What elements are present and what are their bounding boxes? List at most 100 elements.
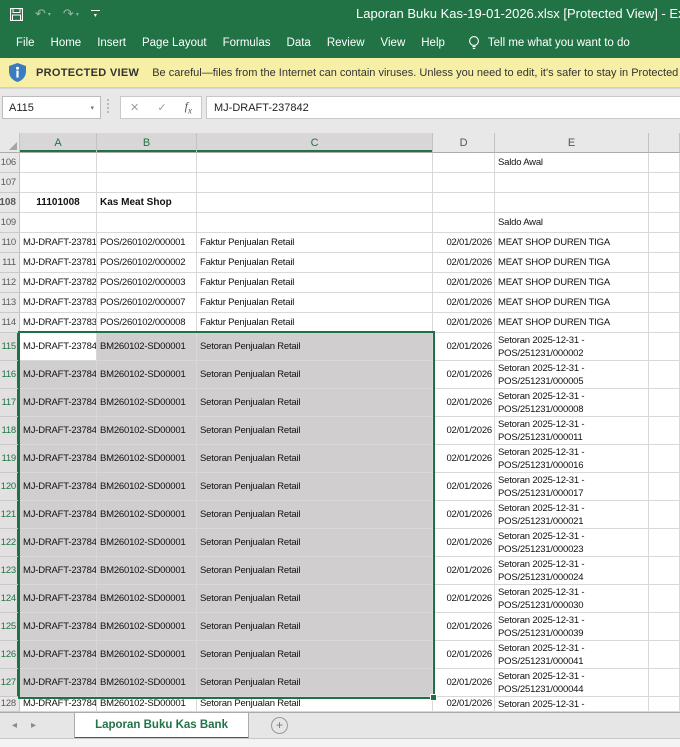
cell-D113[interactable]: 02/01/2026 xyxy=(433,293,495,313)
row-header-120[interactable]: 120 xyxy=(0,473,20,501)
cell-C118[interactable]: Setoran Penjualan Retail xyxy=(197,417,433,445)
cell-D123[interactable]: 02/01/2026 xyxy=(433,557,495,585)
cell-F109[interactable] xyxy=(649,213,680,233)
cell-E111[interactable]: MEAT SHOP DUREN TIGA xyxy=(495,253,649,273)
cell-A120[interactable]: MJ-DRAFT-237842 xyxy=(20,473,97,501)
cell-C120[interactable]: Setoran Penjualan Retail xyxy=(197,473,433,501)
cell-E121[interactable]: Setoran 2025-12-31 - POS/251231/000021 xyxy=(495,501,649,529)
cell-B106[interactable] xyxy=(97,153,197,173)
insert-function-icon[interactable]: fx xyxy=(185,99,192,115)
cell-D107[interactable] xyxy=(433,173,495,193)
cell-A110[interactable]: MJ-DRAFT-237812 xyxy=(20,233,97,253)
cell-E109[interactable]: Saldo Awal xyxy=(495,213,649,233)
cell-C119[interactable]: Setoran Penjualan Retail xyxy=(197,445,433,473)
cell-C114[interactable]: Faktur Penjualan Retail xyxy=(197,313,433,333)
ribbon-tab-home[interactable]: Home xyxy=(43,28,90,58)
spreadsheet-grid[interactable]: ABCDE106Saldo Awal10710811101008Kas Meat… xyxy=(0,133,680,712)
name-box-caret-icon[interactable]: ▾ xyxy=(90,104,94,112)
cell-C107[interactable] xyxy=(197,173,433,193)
cell-F120[interactable] xyxy=(649,473,680,501)
cell-B128[interactable]: BM260102-SD00001 xyxy=(97,697,197,712)
row-header-119[interactable]: 119 xyxy=(0,445,20,473)
cell-E127[interactable]: Setoran 2025-12-31 - POS/251231/000044 xyxy=(495,669,649,697)
ribbon-tab-review[interactable]: Review xyxy=(319,28,373,58)
cell-D125[interactable]: 02/01/2026 xyxy=(433,613,495,641)
cell-A121[interactable]: MJ-DRAFT-237842 xyxy=(20,501,97,529)
cell-D126[interactable]: 02/01/2026 xyxy=(433,641,495,669)
save-button[interactable] xyxy=(10,8,23,21)
row-header-122[interactable]: 122 xyxy=(0,529,20,557)
cell-D108[interactable] xyxy=(433,193,495,213)
row-header-128[interactable]: 128 xyxy=(0,697,20,712)
cell-D121[interactable]: 02/01/2026 xyxy=(433,501,495,529)
enter-icon[interactable]: ✓ xyxy=(157,101,166,114)
cell-D110[interactable]: 02/01/2026 xyxy=(433,233,495,253)
cell-B109[interactable] xyxy=(97,213,197,233)
cell-B115[interactable]: BM260102-SD00001 xyxy=(97,333,197,361)
cell-A118[interactable]: MJ-DRAFT-237842 xyxy=(20,417,97,445)
cell-C127[interactable]: Setoran Penjualan Retail xyxy=(197,669,433,697)
cell-A107[interactable] xyxy=(20,173,97,193)
cell-E120[interactable]: Setoran 2025-12-31 - POS/251231/000017 xyxy=(495,473,649,501)
customize-qat-button[interactable]: ▾ xyxy=(91,10,100,19)
cell-C108[interactable] xyxy=(197,193,433,213)
formula-input[interactable]: MJ-DRAFT-237842 xyxy=(206,96,680,119)
cell-F106[interactable] xyxy=(649,153,680,173)
select-all-corner[interactable] xyxy=(0,133,20,153)
cell-C110[interactable]: Faktur Penjualan Retail xyxy=(197,233,433,253)
cell-F127[interactable] xyxy=(649,669,680,697)
cell-D111[interactable]: 02/01/2026 xyxy=(433,253,495,273)
row-header-108[interactable]: 108 xyxy=(0,193,20,213)
cell-E114[interactable]: MEAT SHOP DUREN TIGA xyxy=(495,313,649,333)
cell-B120[interactable]: BM260102-SD00001 xyxy=(97,473,197,501)
cell-D112[interactable]: 02/01/2026 xyxy=(433,273,495,293)
cell-A122[interactable]: MJ-DRAFT-237842 xyxy=(20,529,97,557)
cell-B108[interactable]: Kas Meat Shop xyxy=(97,193,197,213)
cell-F107[interactable] xyxy=(649,173,680,193)
cell-D124[interactable]: 02/01/2026 xyxy=(433,585,495,613)
cell-A115[interactable]: MJ-DRAFT-237842 xyxy=(20,333,97,361)
cell-A124[interactable]: MJ-DRAFT-237842 xyxy=(20,585,97,613)
cell-E122[interactable]: Setoran 2025-12-31 - POS/251231/000023 xyxy=(495,529,649,557)
cell-E117[interactable]: Setoran 2025-12-31 - POS/251231/000008 xyxy=(495,389,649,417)
cell-B114[interactable]: POS/260102/000008 xyxy=(97,313,197,333)
ribbon-tab-formulas[interactable]: Formulas xyxy=(215,28,279,58)
cell-A117[interactable]: MJ-DRAFT-237842 xyxy=(20,389,97,417)
row-header-106[interactable]: 106 xyxy=(0,153,20,173)
cell-F117[interactable] xyxy=(649,389,680,417)
sheet-tab-active[interactable]: Laporan Buku Kas Bank xyxy=(74,713,249,739)
cell-F114[interactable] xyxy=(649,313,680,333)
cell-A113[interactable]: MJ-DRAFT-237832 xyxy=(20,293,97,313)
cell-E126[interactable]: Setoran 2025-12-31 - POS/251231/000041 xyxy=(495,641,649,669)
undo-button[interactable]: ↶ ▾ xyxy=(35,8,51,21)
cell-B113[interactable]: POS/260102/000007 xyxy=(97,293,197,313)
undo-dropdown-caret[interactable]: ▾ xyxy=(48,11,51,18)
cell-A112[interactable]: MJ-DRAFT-237822 xyxy=(20,273,97,293)
row-header-111[interactable]: 111 xyxy=(0,253,20,273)
fill-handle[interactable] xyxy=(430,694,437,701)
redo-button[interactable]: ↷ ▾ xyxy=(63,8,79,21)
ribbon-tab-page-layout[interactable]: Page Layout xyxy=(134,28,215,58)
cell-D106[interactable] xyxy=(433,153,495,173)
cell-C109[interactable] xyxy=(197,213,433,233)
cell-D114[interactable]: 02/01/2026 xyxy=(433,313,495,333)
cell-F108[interactable] xyxy=(649,193,680,213)
name-box[interactable]: A115 ▾ xyxy=(2,96,101,119)
cell-F112[interactable] xyxy=(649,273,680,293)
cell-D118[interactable]: 02/01/2026 xyxy=(433,417,495,445)
cell-E110[interactable]: MEAT SHOP DUREN TIGA xyxy=(495,233,649,253)
cell-A119[interactable]: MJ-DRAFT-237842 xyxy=(20,445,97,473)
cell-A126[interactable]: MJ-DRAFT-237842 xyxy=(20,641,97,669)
cell-B122[interactable]: BM260102-SD00001 xyxy=(97,529,197,557)
cell-B110[interactable]: POS/260102/000001 xyxy=(97,233,197,253)
row-header-126[interactable]: 126 xyxy=(0,641,20,669)
cell-C111[interactable]: Faktur Penjualan Retail xyxy=(197,253,433,273)
cell-E115[interactable]: Setoran 2025-12-31 - POS/251231/000002 xyxy=(495,333,649,361)
cancel-icon[interactable]: ✕ xyxy=(130,101,139,114)
cell-E106[interactable]: Saldo Awal xyxy=(495,153,649,173)
cell-C106[interactable] xyxy=(197,153,433,173)
row-header-112[interactable]: 112 xyxy=(0,273,20,293)
cell-F111[interactable] xyxy=(649,253,680,273)
cell-E124[interactable]: Setoran 2025-12-31 - POS/251231/000030 xyxy=(495,585,649,613)
cell-F124[interactable] xyxy=(649,585,680,613)
